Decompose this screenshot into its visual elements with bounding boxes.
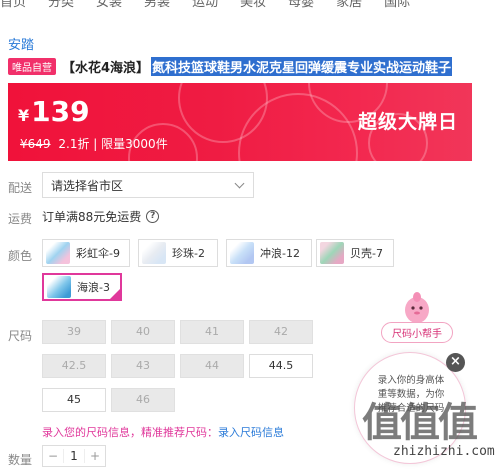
region-select-placeholder: 请选择省市区 [51, 178, 124, 193]
shoe-thumbnail-icon [142, 242, 166, 264]
color-option-pearl[interactable]: 珍珠-2 [138, 239, 218, 267]
size-option-46[interactable]: 46 [111, 388, 175, 412]
quantity-stepper[interactable]: − 1 + [42, 445, 106, 467]
size-option-42[interactable]: 42 [249, 320, 313, 344]
color-option-rainbow[interactable]: 彩虹伞-9 [42, 239, 130, 267]
close-icon[interactable]: × [446, 353, 465, 372]
shoe-thumbnail-icon [47, 276, 71, 298]
size-label: 尺码 [8, 329, 33, 343]
current-price: ¥139 [18, 95, 90, 128]
shoe-thumbnail-icon [230, 242, 254, 264]
quantity-minus-button[interactable]: − [43, 449, 63, 463]
original-price: ¥649 [20, 137, 51, 151]
price-details: ¥649 2.1折 | 限量3000件 [20, 135, 168, 152]
color-option-wave-selected[interactable]: 海浪-3 [42, 273, 122, 301]
help-icon[interactable]: ? [146, 210, 160, 223]
title-tag: 【水花4海浪】 [62, 60, 150, 76]
watermark-logo: 值值值 [362, 400, 478, 446]
shipping-info: 订单满88元免运费 ? [42, 208, 160, 225]
size-option-41[interactable]: 41 [180, 320, 244, 344]
mascot-icon [405, 292, 429, 323]
size-helper-pill[interactable]: 尺码小帮手 [381, 322, 453, 343]
top-nav-cutoff: 首页 分类 女装 男装 运动 美妆 母婴 家居 国际 [0, 0, 411, 10]
region-select[interactable]: 请选择省市区 [42, 172, 254, 198]
price-banner: ¥139 ¥649 2.1折 | 限量3000件 超级大牌日 [8, 83, 472, 161]
brand-link[interactable]: 安踏 [8, 34, 34, 53]
enter-size-link[interactable]: 录入尺码信息 [218, 426, 284, 439]
delivery-label: 配送 [8, 181, 33, 195]
shipping-text: 订单满88元免运费 [42, 210, 142, 224]
size-option-40[interactable]: 40 [111, 320, 175, 344]
quantity-label: 数量 [8, 453, 33, 467]
color-label: 颜色 [8, 249, 33, 263]
chevron-down-icon [234, 178, 245, 189]
size-option-45[interactable]: 45 [42, 388, 106, 412]
limit-text: | 限量3000件 [93, 137, 168, 151]
self-operated-badge: 唯品自营 [8, 57, 56, 75]
size-option-44-5[interactable]: 44.5 [249, 354, 313, 378]
quantity-plus-button[interactable]: + [85, 449, 105, 463]
color-option-surf[interactable]: 冲浪-12 [226, 239, 312, 267]
size-option-44[interactable]: 44 [180, 354, 244, 378]
shoe-thumbnail-icon [46, 242, 70, 264]
size-option-39[interactable]: 39 [42, 320, 106, 344]
shipping-label: 运费 [8, 212, 33, 226]
size-option-43[interactable]: 43 [111, 354, 175, 378]
promo-label: 超级大牌日 [357, 111, 458, 133]
size-note: 录入您的尺码信息，精准推荐尺码：录入尺码信息 [42, 426, 284, 439]
quantity-value[interactable]: 1 [63, 449, 85, 463]
title-text: 氮科技篮球鞋男水泥克星回弹缓震专业实战运动鞋子 [151, 56, 453, 76]
selected-check-icon [109, 288, 121, 300]
color-option-shell[interactable]: 贝壳-7 [316, 239, 394, 267]
watermark-url: zhizhizhi.com [393, 444, 495, 459]
discount: 2.1折 [58, 137, 90, 151]
size-option-42-5[interactable]: 42.5 [42, 354, 106, 378]
product-title: 唯品自营 【水花4海浪】 氮科技篮球鞋男水泥克星回弹缓震专业实战运动鞋子 [8, 56, 453, 76]
shoe-thumbnail-icon [320, 242, 344, 264]
